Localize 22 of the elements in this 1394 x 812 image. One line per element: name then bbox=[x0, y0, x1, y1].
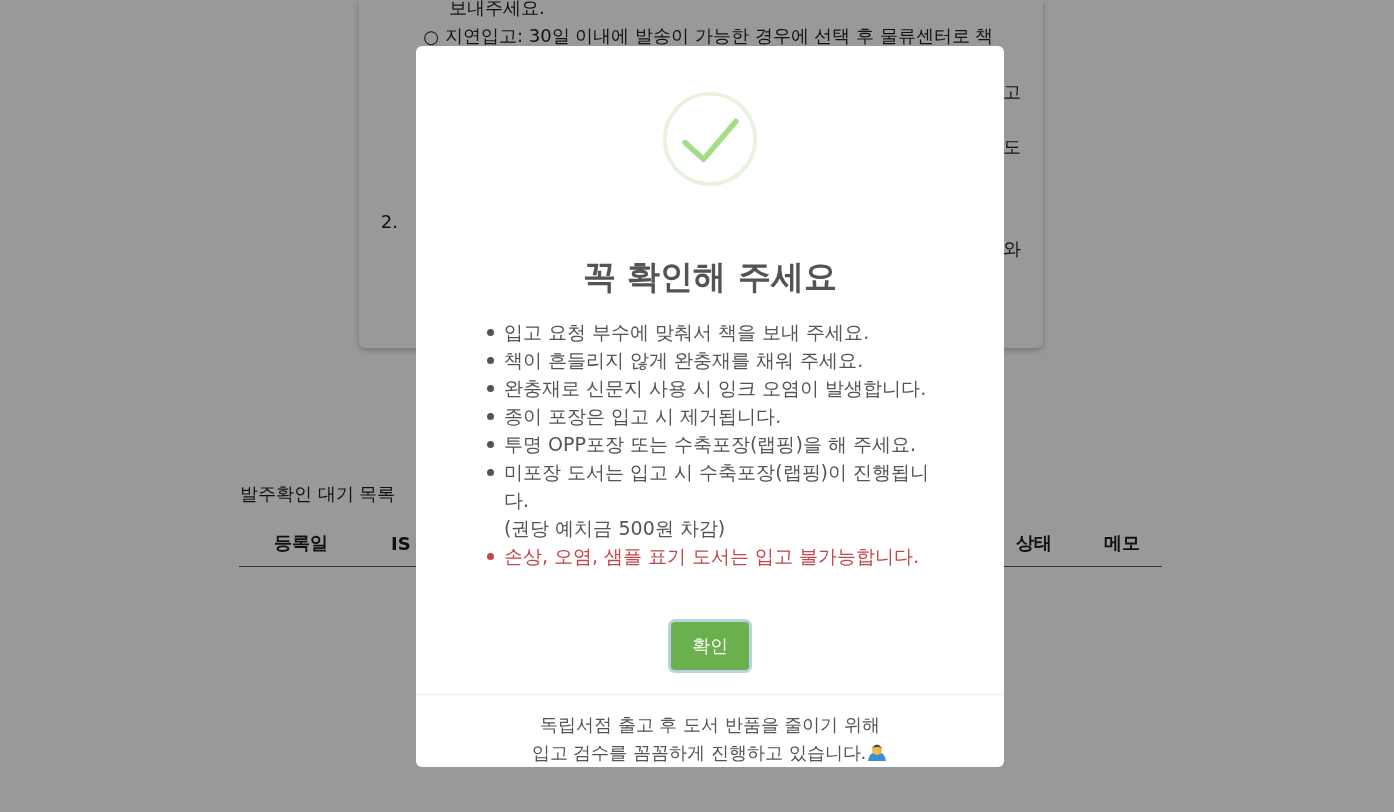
section-title: 발주확인 대기 목록 bbox=[240, 482, 396, 506]
list-marker: 2. bbox=[379, 210, 399, 232]
notice-item: 책이 흔들리지 않게 완충재를 채워 주세요. bbox=[504, 347, 864, 373]
notice-item: 손상, 오염, 샘플 표기 도서는 입고 불가능합니다. bbox=[504, 543, 920, 569]
column-header: 상태 bbox=[1016, 531, 1052, 555]
notice-item: 미포장 도서는 입고 시 수축포장(랩핑)이 진행됩니다. (권당 예치금 500원 차감) bbox=[504, 459, 931, 541]
list-marker: ○ bbox=[422, 25, 440, 47]
instruction-text: 도 bbox=[1003, 135, 1022, 159]
column-header: 메모 bbox=[1104, 531, 1140, 555]
notice-item: 종이 포장은 입고 시 제거됩니다. bbox=[504, 403, 782, 429]
instruction-text: 와 bbox=[1003, 237, 1022, 261]
instruction-text: 지연입고: 30일 이내에 발송이 가능한 경우에 선택 후 물류센터로 책 bbox=[445, 24, 995, 48]
confirm-button[interactable]: 확인 bbox=[671, 621, 749, 670]
notice-item: 입고 요청 부수에 맞춰서 책을 보내 주세요. bbox=[504, 319, 870, 345]
column-header: 등록일 bbox=[274, 531, 328, 555]
footer-message: 독립서점 출고 후 도서 반품을 줄이기 위해 입고 검수를 꼼꼼하게 진행하고 있습니다. bbox=[531, 711, 889, 767]
instruction-text: 보내주세요. bbox=[449, 0, 546, 20]
instruction-text: 고 bbox=[1003, 80, 1022, 104]
dialog-title: 꼭 확인해 주세요 bbox=[583, 255, 837, 298]
notice-item: 완충재로 신문지 사용 시 잉크 오염이 발생합니다. bbox=[504, 375, 927, 401]
notice-item: 투명 OPP포장 또는 수축포장(랩핑)을 해 주세요. bbox=[504, 431, 916, 457]
column-header: IS bbox=[391, 532, 411, 554]
